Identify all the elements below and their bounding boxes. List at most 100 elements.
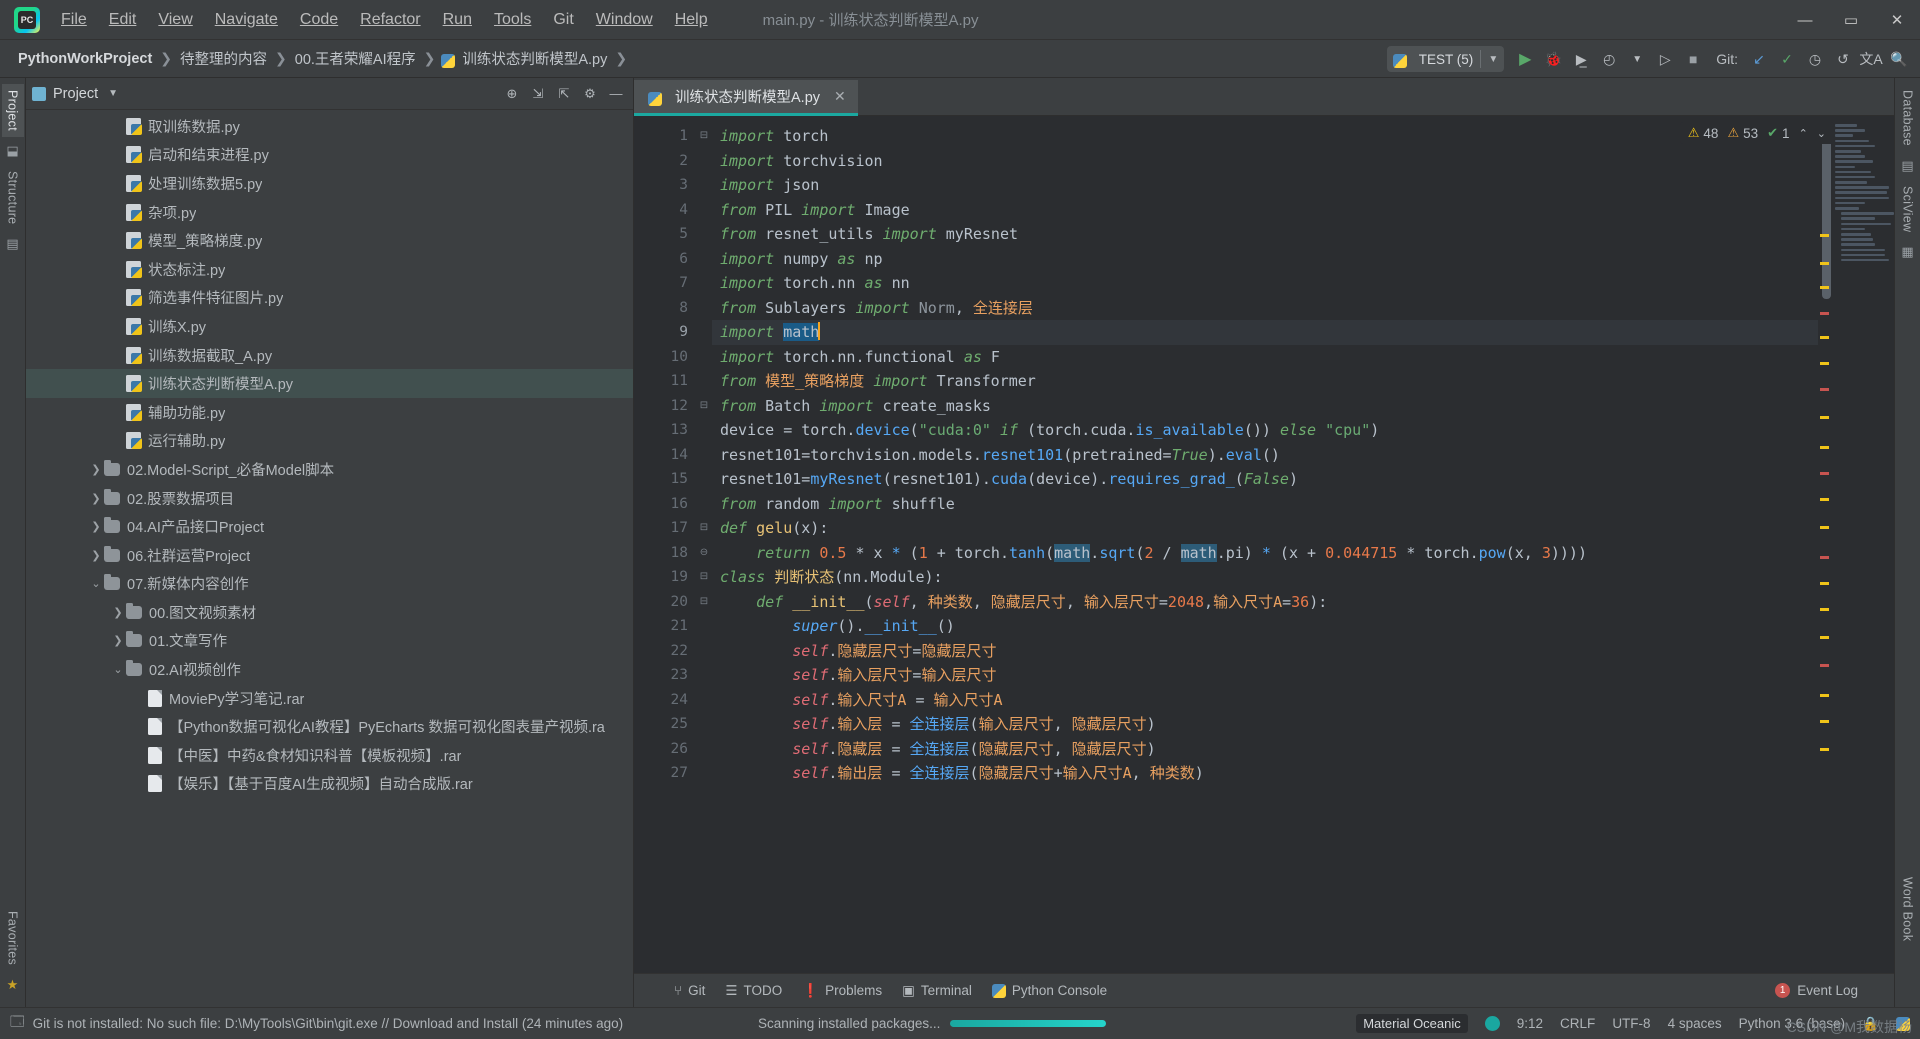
run-configuration-selector[interactable]: TEST (5) ▼	[1386, 46, 1505, 72]
menu-edit[interactable]: Edit	[98, 7, 148, 33]
breadcrumb-file[interactable]: 训练状态判断模型A.py	[460, 46, 609, 71]
theme-indicator[interactable]: Material Oceanic	[1356, 1014, 1468, 1033]
editor-scrollbar-thumb[interactable]	[1822, 124, 1831, 299]
error-stripe-mark[interactable]	[1820, 556, 1829, 559]
menu-run[interactable]: Run	[432, 7, 483, 33]
code-line[interactable]: from random import shuffle	[712, 492, 1818, 517]
warning-count[interactable]: ⚠ 48	[1688, 125, 1719, 141]
code-line[interactable]: return 0.5 * x * (1 + torch.tanh(math.sq…	[712, 541, 1818, 566]
chevron-right-icon[interactable]: ❯	[110, 606, 126, 619]
profile-icon[interactable]: ◴	[1596, 46, 1622, 72]
chart-icon[interactable]: ▦	[1901, 244, 1913, 260]
commit-icon[interactable]: ⬓	[6, 143, 18, 159]
chevron-down-icon[interactable]: ⌄	[1817, 127, 1826, 140]
error-stripe-mark[interactable]	[1820, 446, 1829, 449]
tree-item[interactable]: 筛选事件特征图片.py	[26, 284, 633, 313]
chevron-right-icon[interactable]: ❯	[88, 549, 104, 562]
error-stripe[interactable]	[1818, 116, 1832, 973]
code-line[interactable]: import numpy as np	[712, 247, 1818, 272]
code-line[interactable]: self.输入层 = 全连接层(输入层尺寸, 隐藏层尺寸)	[712, 712, 1818, 737]
locate-icon[interactable]: ⊕	[501, 83, 523, 105]
sidebar-item-structure[interactable]: Structure	[2, 165, 24, 230]
error-stripe-mark[interactable]	[1820, 636, 1829, 639]
menu-code[interactable]: Code	[289, 7, 349, 33]
menu-window[interactable]: Window	[585, 7, 664, 33]
code-line[interactable]: from PIL import Image	[712, 198, 1818, 223]
menu-navigate[interactable]: Navigate	[204, 7, 289, 33]
breadcrumb-project[interactable]: PythonWorkProject	[16, 49, 154, 69]
error-stripe-mark[interactable]	[1820, 694, 1829, 697]
menu-git[interactable]: Git	[542, 7, 584, 33]
code-line[interactable]: from Batch import create_masks	[712, 394, 1818, 419]
tree-item[interactable]: 杂项.py	[26, 198, 633, 227]
code-line[interactable]: import torch.nn.functional as F	[712, 345, 1818, 370]
rerun-icon[interactable]: ▷	[1652, 46, 1678, 72]
menu-refactor[interactable]: Refactor	[349, 7, 431, 33]
error-stripe-mark[interactable]	[1820, 720, 1829, 723]
tool-button-todo[interactable]: ☰ TODO	[715, 979, 792, 1003]
star-icon[interactable]: ★	[7, 977, 19, 993]
tree-item[interactable]: 【Python数据可视化AI教程】PyEcharts 数据可视化图表量产视频.r…	[26, 712, 633, 741]
git-commit-icon[interactable]: ✓	[1774, 46, 1800, 72]
collapse-all-icon[interactable]: ⇱	[553, 83, 575, 105]
breadcrumb-folder-1[interactable]: 待整理的内容	[178, 46, 269, 71]
ok-count[interactable]: ✔ 1	[1767, 125, 1789, 141]
tree-item[interactable]: ❯ 06.社群运营Project	[26, 541, 633, 570]
fold-toggle-icon[interactable]: ⊟	[696, 590, 712, 615]
error-stripe-mark[interactable]	[1820, 416, 1829, 419]
tree-item[interactable]: 状态标注.py	[26, 255, 633, 284]
minimize-button[interactable]: —	[1782, 0, 1828, 40]
tree-item[interactable]: 运行辅助.py	[26, 427, 633, 456]
code-line[interactable]: self.输入层尺寸=输入层尺寸	[712, 663, 1818, 688]
error-stripe-mark[interactable]	[1820, 498, 1829, 501]
code-line[interactable]: import math	[712, 320, 1818, 345]
code-line[interactable]: from resnet_utils import myResnet	[712, 222, 1818, 247]
expand-all-icon[interactable]: ⇲	[527, 83, 549, 105]
sidebar-item-project[interactable]: Project	[1, 84, 24, 138]
tree-item[interactable]: 处理训练数据5.py	[26, 169, 633, 198]
status-message-area[interactable]: 🗔 Git is not installed: No such file: D:…	[10, 1012, 623, 1035]
menu-help[interactable]: Help	[664, 7, 719, 33]
tree-item[interactable]: 取训练数据.py	[26, 112, 633, 141]
fold-toggle-icon[interactable]: ⊟	[696, 124, 712, 149]
code-line[interactable]: self.隐藏层 = 全连接层(隐藏层尺寸, 隐藏层尺寸)	[712, 737, 1818, 762]
chevron-down-icon[interactable]: ▼	[108, 88, 118, 99]
database-icon[interactable]: ▤	[1901, 158, 1913, 174]
error-stripe-mark[interactable]	[1820, 748, 1829, 751]
code-line[interactable]: def gelu(x):	[712, 516, 1818, 541]
tool-button-problems[interactable]: ❗ Problems	[792, 979, 892, 1003]
code-line[interactable]: import torch	[712, 124, 1818, 149]
tool-button-terminal[interactable]: ▣ Terminal	[892, 979, 982, 1003]
undo-icon[interactable]: ↺	[1830, 46, 1856, 72]
tree-item[interactable]: 模型_策略梯度.py	[26, 226, 633, 255]
editor-tab-active[interactable]: 训练状态判断模型A.py ✕	[634, 80, 858, 116]
chevron-down-icon[interactable]: ▼	[1624, 46, 1650, 72]
sidebar-item-word-book[interactable]: Word Book	[1897, 871, 1919, 947]
code-line[interactable]: import json	[712, 173, 1818, 198]
code-line[interactable]: self.输出层 = 全连接层(隐藏层尺寸+输入尺寸A, 种类数)	[712, 761, 1818, 786]
code-line[interactable]: super().__init__()	[712, 614, 1818, 639]
tree-item[interactable]: 训练数据截取_A.py	[26, 341, 633, 370]
code-line[interactable]: def __init__(self, 种类数, 隐藏层尺寸, 输入层尺寸=204…	[712, 590, 1818, 615]
tool-button-python-console[interactable]: Python Console	[982, 979, 1117, 1002]
sidebar-item-sciview[interactable]: SciView	[1897, 180, 1919, 238]
chevron-up-icon[interactable]: ⌃	[1799, 127, 1808, 140]
bookmarks-icon[interactable]: ▤	[6, 236, 18, 252]
code-line[interactable]: self.隐藏层尺寸=隐藏层尺寸	[712, 639, 1818, 664]
error-stripe-mark[interactable]	[1820, 362, 1829, 365]
indent-setting[interactable]: 4 spaces	[1668, 1016, 1722, 1031]
stop-icon[interactable]: ■	[1680, 46, 1706, 72]
error-stripe-mark[interactable]	[1820, 388, 1829, 391]
tree-item[interactable]: 辅助功能.py	[26, 398, 633, 427]
run-icon[interactable]: ▶	[1512, 46, 1538, 72]
line-separator[interactable]: CRLF	[1560, 1016, 1595, 1031]
error-stripe-mark[interactable]	[1820, 234, 1829, 237]
tree-item[interactable]: ⌄ 07.新媒体内容创作	[26, 570, 633, 599]
fold-toggle-icon[interactable]: ⊖	[696, 541, 712, 566]
tree-item[interactable]: ❯ 04.AI产品接口Project	[26, 512, 633, 541]
file-encoding[interactable]: UTF-8	[1612, 1016, 1650, 1031]
event-log-button[interactable]: 1 Event Log	[1775, 983, 1858, 998]
tree-item[interactable]: ❯ 02.股票数据项目	[26, 484, 633, 513]
code-line[interactable]: self.输入尺寸A = 输入尺寸A	[712, 688, 1818, 713]
error-count[interactable]: ⚠ 53	[1727, 125, 1758, 141]
